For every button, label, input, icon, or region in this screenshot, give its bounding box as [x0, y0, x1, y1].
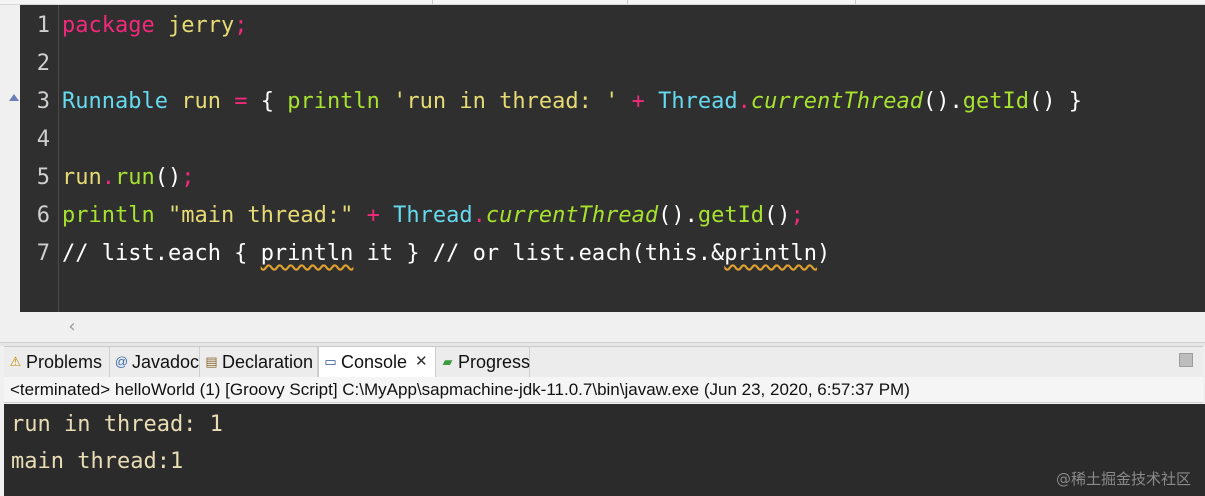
- watermark: @稀土掘金技术社区: [1055, 470, 1191, 488]
- code-token: (): [154, 165, 182, 190]
- minimize-view-icon[interactable]: [1179, 353, 1193, 367]
- code-token: () }: [1029, 89, 1082, 114]
- code-token: println: [62, 203, 155, 228]
- code-line[interactable]: run.run();: [62, 159, 195, 197]
- horizontal-scrollbar[interactable]: ‹: [0, 312, 1205, 342]
- code-token: println: [287, 89, 380, 114]
- code-token: ): [817, 241, 831, 266]
- code-token: ().: [923, 89, 963, 114]
- tab-label: Declaration: [222, 352, 314, 372]
- code-token: Thread: [658, 89, 738, 114]
- progress-icon: ▰: [442, 354, 453, 369]
- code-token: jerry: [154, 13, 235, 38]
- code-token: +: [618, 89, 659, 114]
- code-token: 'run in thread: ': [379, 89, 619, 114]
- code-token: run: [115, 165, 155, 190]
- code-token: run: [62, 165, 102, 190]
- code-token: "main thread:": [154, 203, 354, 228]
- code-token: Thread: [393, 203, 473, 228]
- code-token: (): [764, 203, 791, 228]
- code-token: package: [62, 13, 155, 38]
- console-line: main thread:1: [11, 449, 184, 474]
- tab-label: Problems: [26, 352, 103, 372]
- code-token: println: [724, 241, 817, 266]
- problems-icon: ⚠: [9, 354, 22, 369]
- tab-problems[interactable]: ⚠ Problems: [4, 347, 110, 377]
- code-token: .: [472, 203, 486, 228]
- code-token: ().: [658, 203, 698, 228]
- code-token: getId: [697, 203, 765, 228]
- tab-label: Progress: [458, 352, 531, 372]
- code-token: .: [737, 89, 751, 114]
- line-number: 4: [36, 127, 50, 152]
- code-line[interactable]: Runnable run = { println 'run in thread:…: [62, 83, 1082, 121]
- override-marker-icon: [9, 94, 19, 101]
- code-token: it } // or list.each(this.&: [353, 241, 725, 266]
- code-token: currentThread: [750, 89, 924, 114]
- javadoc-icon: @: [114, 354, 129, 369]
- tab-declaration[interactable]: ▤ Declaration: [200, 347, 318, 377]
- line-number: 1: [36, 13, 50, 38]
- tab-divider: [627, 0, 628, 4]
- code-line[interactable]: // list.each { println it } // or list.e…: [62, 235, 830, 273]
- tab-divider: [855, 0, 856, 4]
- code-token: currentThread: [485, 203, 659, 228]
- tab-label: Javadoc: [132, 352, 200, 372]
- console-status: <terminated> helloWorld (1) [Groovy Scri…: [4, 377, 1203, 403]
- code-editor[interactable]: 1 package jerry; 2 3 Runnable run = { printl…: [0, 0, 1205, 312]
- tab-javadoc[interactable]: @ Javadoc: [110, 347, 200, 377]
- line-number: 7: [36, 241, 50, 266]
- tab-progress[interactable]: ▰ Progress: [436, 347, 530, 377]
- tab-label: Console: [341, 352, 408, 372]
- declaration-icon: ▤: [205, 354, 218, 369]
- code-token: .: [101, 165, 115, 190]
- tab-console[interactable]: ▭ Console ✕: [318, 347, 436, 377]
- code-token: run: [167, 89, 235, 114]
- code-line[interactable]: package jerry;: [62, 7, 247, 45]
- code-token: ;: [790, 203, 804, 228]
- console-icon: ▭: [324, 354, 337, 369]
- code-token: println: [260, 241, 354, 266]
- close-icon[interactable]: ✕: [415, 347, 428, 377]
- console-line: run in thread: 1: [11, 412, 223, 437]
- code-token: getId: [962, 89, 1029, 114]
- code-token: {: [247, 89, 288, 114]
- line-number: 6: [36, 203, 50, 228]
- console-output[interactable]: run in thread: 1 main thread:1: [4, 404, 1205, 496]
- line-number: 3: [36, 89, 50, 114]
- view-tab-bar: ⚠ Problems @ Javadoc ▤ Declaration ▭ Con…: [4, 346, 1203, 378]
- overview-ruler: [0, 5, 20, 312]
- line-number: 5: [36, 165, 50, 190]
- code-line[interactable]: println "main thread:" + Thread.currentT…: [62, 197, 804, 235]
- code-token: +: [353, 203, 394, 228]
- code-token: ;: [234, 13, 248, 38]
- code-token: ;: [181, 165, 195, 190]
- code-token: Runnable: [62, 89, 168, 114]
- scroll-left-icon[interactable]: ‹: [62, 317, 82, 337]
- code-token: // list.each {: [62, 241, 261, 266]
- code-token: =: [234, 89, 248, 114]
- tab-divider: [432, 0, 433, 4]
- line-number: 2: [36, 51, 50, 76]
